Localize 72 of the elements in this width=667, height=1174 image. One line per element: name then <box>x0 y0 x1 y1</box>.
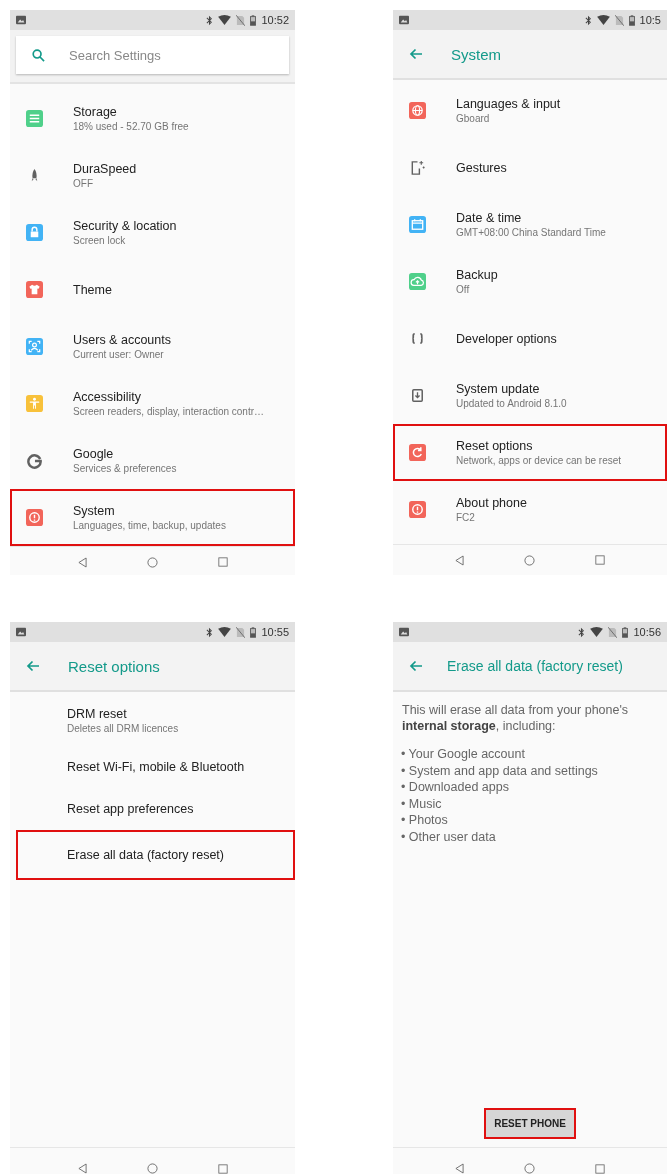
settings-item[interactable]: About phone FC2 <box>393 481 667 538</box>
settings-item[interactable]: Gestures <box>393 139 667 196</box>
settings-item[interactable]: System Languages, time, backup, updates <box>10 489 295 546</box>
settings-item[interactable]: Backup Off <box>393 253 667 310</box>
recents-icon[interactable] <box>217 1164 228 1174</box>
settings-item[interactable]: Accessibility Screen readers, display, interaction contr… <box>10 375 295 432</box>
settings-item[interactable]: DRM reset Deletes all DRM licences <box>10 694 295 746</box>
battery-icon <box>628 14 635 26</box>
list-text: • Other user data <box>401 828 497 845</box>
picture-icon <box>16 627 26 637</box>
picture-icon <box>399 627 409 637</box>
settings-item[interactable]: Erase all data (factory reset) <box>16 830 295 880</box>
warning-text: This will erase all data from your phone's internal storage, including: <box>402 702 630 734</box>
settings-item[interactable]: Developer options <box>393 310 667 367</box>
settings-item[interactable]: System update Updated to Android 8.1.0 <box>393 367 667 424</box>
status-time: 10:5 <box>639 14 661 26</box>
wifi-icon <box>596 15 610 25</box>
battery-icon <box>250 14 257 26</box>
bluetooth-icon <box>584 14 592 26</box>
list-text: • Music <box>401 795 443 812</box>
recents-icon[interactable] <box>595 1164 605 1174</box>
battery-icon <box>622 626 629 638</box>
screen-title: Reset options <box>68 657 160 675</box>
search-icon <box>32 48 45 62</box>
recents-icon[interactable] <box>217 557 228 567</box>
sim-card-icon <box>236 626 246 638</box>
settings-item[interactable]: Languages & input Gboard <box>393 82 667 139</box>
settings-item[interactable]: Reset Wi-Fi, mobile & Bluetooth <box>10 746 295 788</box>
back-icon[interactable] <box>77 1163 87 1174</box>
list-text: • Photos <box>401 812 449 829</box>
screen-title: Erase all data (factory reset) <box>447 658 623 674</box>
status-time: 10:55 <box>261 626 289 638</box>
settings-item[interactable]: Users & accounts Current user: Owner <box>10 318 295 375</box>
back-arrow-icon[interactable] <box>409 48 423 60</box>
reset-phone-button[interactable]: RESET PHONE <box>486 1110 574 1137</box>
picture-icon <box>16 15 26 25</box>
bluetooth-icon <box>578 626 586 638</box>
settings-item[interactable]: Security & location Screen lock <box>10 204 295 261</box>
back-icon[interactable] <box>77 556 87 568</box>
battery-icon <box>250 626 257 638</box>
settings-item[interactable]: Storage 18% used - 52.70 GB free <box>10 90 295 147</box>
settings-item[interactable]: Date & time GMT+08:00 China Standard Time <box>393 196 667 253</box>
list-text: • System and app data and settings <box>401 762 599 779</box>
settings-item[interactable]: Theme <box>10 261 295 318</box>
home-icon[interactable] <box>146 556 158 568</box>
list-text: • Your Google account <box>401 746 526 763</box>
wifi-icon <box>218 15 232 25</box>
home-icon[interactable] <box>146 1163 158 1174</box>
back-arrow-icon[interactable] <box>409 660 423 672</box>
back-icon[interactable] <box>455 1163 464 1174</box>
settings-item[interactable]: Google Services & preferences <box>10 432 295 489</box>
home-icon[interactable] <box>524 554 535 566</box>
bluetooth-icon <box>206 626 214 638</box>
back-arrow-icon[interactable] <box>26 660 40 672</box>
settings-item[interactable]: Reset app preferences <box>10 788 295 830</box>
bluetooth-icon <box>206 14 214 26</box>
home-icon[interactable] <box>524 1163 535 1174</box>
status-time: 10:52 <box>261 14 289 26</box>
sim-card-icon <box>608 626 618 638</box>
sim-card-icon <box>614 14 624 26</box>
screen-title: System <box>451 45 501 63</box>
sim-card-icon <box>236 14 246 26</box>
status-time: 10:56 <box>633 626 661 638</box>
picture-icon <box>399 15 409 25</box>
list-text: • Downloaded apps <box>401 779 510 796</box>
search-bar[interactable]: Search Settings <box>16 36 289 74</box>
wifi-icon <box>590 627 604 637</box>
back-icon[interactable] <box>455 554 464 566</box>
settings-item[interactable]: Reset options Network, apps or device can be reset <box>393 424 667 481</box>
settings-item[interactable]: DuraSpeed OFF <box>10 147 295 204</box>
wifi-icon <box>218 627 232 637</box>
recents-icon[interactable] <box>595 555 605 565</box>
